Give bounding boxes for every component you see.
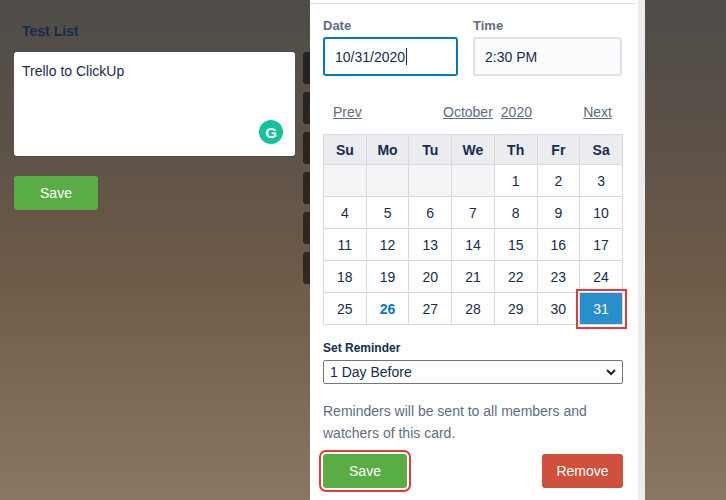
weekday-row: SuMoTuWeThFrSa [324, 135, 623, 165]
card-save-button[interactable]: Save [14, 176, 98, 210]
card-action-button[interactable] [303, 92, 310, 124]
time-label: Time [473, 18, 622, 33]
due-date-popover: Date 10/31/2020 Time 2:30 PM Prev Octobe… [310, 0, 645, 500]
year-link[interactable]: 2020 [501, 104, 532, 120]
day-cell[interactable]: 21 [452, 261, 495, 293]
day-cell[interactable]: 16 [537, 229, 580, 261]
calendar-week: 18192021222324 [324, 261, 623, 293]
list-area: Test List ··· Trello to ClickUp G Save [0, 0, 310, 500]
calendar-week: 45678910 [324, 197, 623, 229]
card-action-button[interactable] [303, 52, 310, 84]
month-link[interactable]: October [443, 104, 493, 120]
month-year: October 2020 [443, 104, 532, 120]
text-caret [406, 48, 407, 65]
day-cell[interactable]: 26 [366, 293, 409, 325]
card-action-button[interactable] [303, 212, 310, 244]
list-title[interactable]: Test List [22, 23, 79, 39]
save-button[interactable]: Save [323, 454, 407, 488]
card-actions [295, 0, 310, 500]
list-menu-button[interactable]: ··· [266, 22, 285, 40]
empty-day-cell [409, 165, 452, 197]
empty-day-cell [324, 165, 367, 197]
day-cell[interactable]: 5 [366, 197, 409, 229]
weekday-header: Mo [366, 135, 409, 165]
day-cell[interactable]: 22 [494, 261, 537, 293]
board-background [645, 0, 726, 500]
day-cell[interactable]: 7 [452, 197, 495, 229]
calendar-nav: Prev October 2020 Next [323, 104, 622, 120]
day-cell[interactable]: 17 [580, 229, 623, 261]
reminder-select[interactable]: 1 Day Before [323, 360, 623, 384]
remove-button[interactable]: Remove [542, 454, 623, 488]
list-header: Test List ··· [14, 18, 295, 44]
time-input[interactable]: 2:30 PM [473, 37, 622, 76]
day-cell[interactable]: 14 [452, 229, 495, 261]
card-editor[interactable]: Trello to ClickUp G [14, 52, 295, 156]
next-month-link[interactable]: Next [583, 104, 612, 120]
calendar-week: 123 [324, 165, 623, 197]
calendar-week: 25262728293031 [324, 293, 623, 325]
chevron-down-icon [606, 369, 616, 376]
divider [310, 3, 635, 4]
weekday-header: Th [494, 135, 537, 165]
reminder-label: Set Reminder [323, 341, 622, 355]
reminder-note: Reminders will be sent to all members an… [323, 400, 623, 444]
day-cell[interactable]: 28 [452, 293, 495, 325]
list: Test List ··· Trello to ClickUp G Save [0, 0, 295, 500]
day-cell[interactable]: 2 [537, 165, 580, 197]
day-cell[interactable]: 31 [580, 293, 623, 325]
weekday-header: Su [324, 135, 367, 165]
grammarly-icon[interactable]: G [259, 120, 283, 144]
date-field: Date 10/31/2020 [323, 18, 458, 76]
day-cell[interactable]: 15 [494, 229, 537, 261]
day-cell[interactable]: 9 [537, 197, 580, 229]
calendar: SuMoTuWeThFrSa12345678910111213141516171… [323, 134, 623, 325]
empty-day-cell [452, 165, 495, 197]
time-field: Time 2:30 PM [473, 18, 622, 76]
reminder-value: 1 Day Before [330, 364, 412, 380]
day-cell[interactable]: 30 [537, 293, 580, 325]
calendar-week: 11121314151617 [324, 229, 623, 261]
weekday-header: Sa [580, 135, 623, 165]
day-cell[interactable]: 1 [494, 165, 537, 197]
day-cell[interactable]: 6 [409, 197, 452, 229]
day-cell[interactable]: 29 [494, 293, 537, 325]
card-action-button[interactable] [303, 172, 310, 204]
date-time-fields: Date 10/31/2020 Time 2:30 PM [323, 18, 622, 76]
day-cell[interactable]: 10 [580, 197, 623, 229]
day-cell[interactable]: 24 [580, 261, 623, 293]
weekday-header: Fr [537, 135, 580, 165]
day-cell[interactable]: 19 [366, 261, 409, 293]
date-label: Date [323, 18, 458, 33]
day-cell[interactable]: 20 [409, 261, 452, 293]
empty-day-cell [366, 165, 409, 197]
card-text[interactable]: Trello to ClickUp [22, 63, 124, 79]
day-cell[interactable]: 27 [409, 293, 452, 325]
prev-month-link[interactable]: Prev [333, 104, 362, 120]
weekday-header: Tu [409, 135, 452, 165]
date-input[interactable]: 10/31/2020 [323, 37, 458, 76]
day-cell[interactable]: 8 [494, 197, 537, 229]
popover-actions: Save Remove [323, 454, 623, 488]
day-cell[interactable]: 18 [324, 261, 367, 293]
card-action-button[interactable] [303, 132, 310, 164]
day-cell[interactable]: 3 [580, 165, 623, 197]
weekday-header: We [452, 135, 495, 165]
day-cell[interactable]: 23 [537, 261, 580, 293]
board-screen: Test List ··· Trello to ClickUp G Save D… [0, 0, 726, 500]
day-cell[interactable]: 11 [324, 229, 367, 261]
day-cell[interactable]: 13 [409, 229, 452, 261]
day-cell[interactable]: 12 [366, 229, 409, 261]
day-cell[interactable]: 4 [324, 197, 367, 229]
card-action-button[interactable] [303, 252, 310, 284]
day-cell[interactable]: 25 [324, 293, 367, 325]
